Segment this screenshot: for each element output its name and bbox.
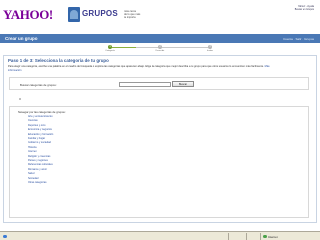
status-divider (246, 233, 247, 240)
status-divider (260, 233, 261, 240)
category-search-box: Buscar categorías de grupos: Buscar (9, 77, 309, 90)
step-title: Paso 1 de 3: Selecciona la categoría de … (8, 58, 109, 63)
step-2-label: Describir (155, 50, 165, 52)
step-1-marker: 1 (108, 44, 112, 49)
yahoo-logo[interactable]: YAHOO! (3, 7, 53, 23)
step-3-label: Invitar (207, 50, 213, 52)
intro-body: Para elegir una categoría, escribe una p… (8, 65, 264, 68)
category-browse-box: Navegar por las categorías de grupos: Ar… (9, 106, 309, 218)
category-link[interactable]: Otras categorías (28, 181, 53, 185)
category-list: Arte y entretenimiento Ciencias Deportes… (28, 115, 53, 186)
status-divider (228, 233, 229, 240)
intro-text: Para elegir una categoría, escribe una p… (8, 65, 278, 72)
category-search-input[interactable] (119, 81, 171, 87)
groups-brand[interactable]: GRUPOS (82, 9, 118, 18)
groups-logo-icon (68, 7, 80, 22)
page-title: Crear un grupo (5, 36, 38, 41)
internet-zone-icon (263, 234, 267, 238)
browse-title: Navegar por las categorías de grupos: (18, 109, 66, 114)
site-header: YAHOO! GRUPOS más cerca de lo que más te… (0, 0, 320, 34)
security-zone-label: Internet (268, 234, 278, 239)
top-links-line-2[interactable]: Buscar en Grupos (295, 8, 314, 11)
page-done-icon (3, 234, 7, 238)
create-group-panel: Paso 1 de 3: Selecciona la categoría de … (3, 55, 317, 223)
step-1-label: Categoría (105, 50, 115, 52)
tagline-line-3: te importa (124, 16, 136, 19)
step-3-marker: 3 (208, 44, 212, 49)
step-progress: 1 2 3 Categoría Describir Invitar (104, 44, 216, 54)
search-label: Buscar categorías de grupos: (20, 82, 57, 87)
tagline: más cerca de lo que más te importa (124, 10, 150, 19)
search-button[interactable]: Buscar (172, 81, 194, 87)
step-track-done (110, 46, 136, 48)
account-links[interactable]: Cuenta · Salir · Grupos (283, 37, 314, 41)
or-separator: O (19, 98, 22, 101)
category-link[interactable]: Economía y negocios (28, 128, 53, 132)
top-links: Yahoo! - Ayuda Buscar en Grupos (295, 5, 314, 12)
page-title-bar: Crear un grupo Cuenta · Salir · Grupos (0, 34, 320, 43)
page: YAHOO! GRUPOS más cerca de lo que más te… (0, 0, 320, 240)
browser-status-bar: Internet (0, 231, 320, 240)
step-2-marker: 2 (158, 44, 162, 49)
